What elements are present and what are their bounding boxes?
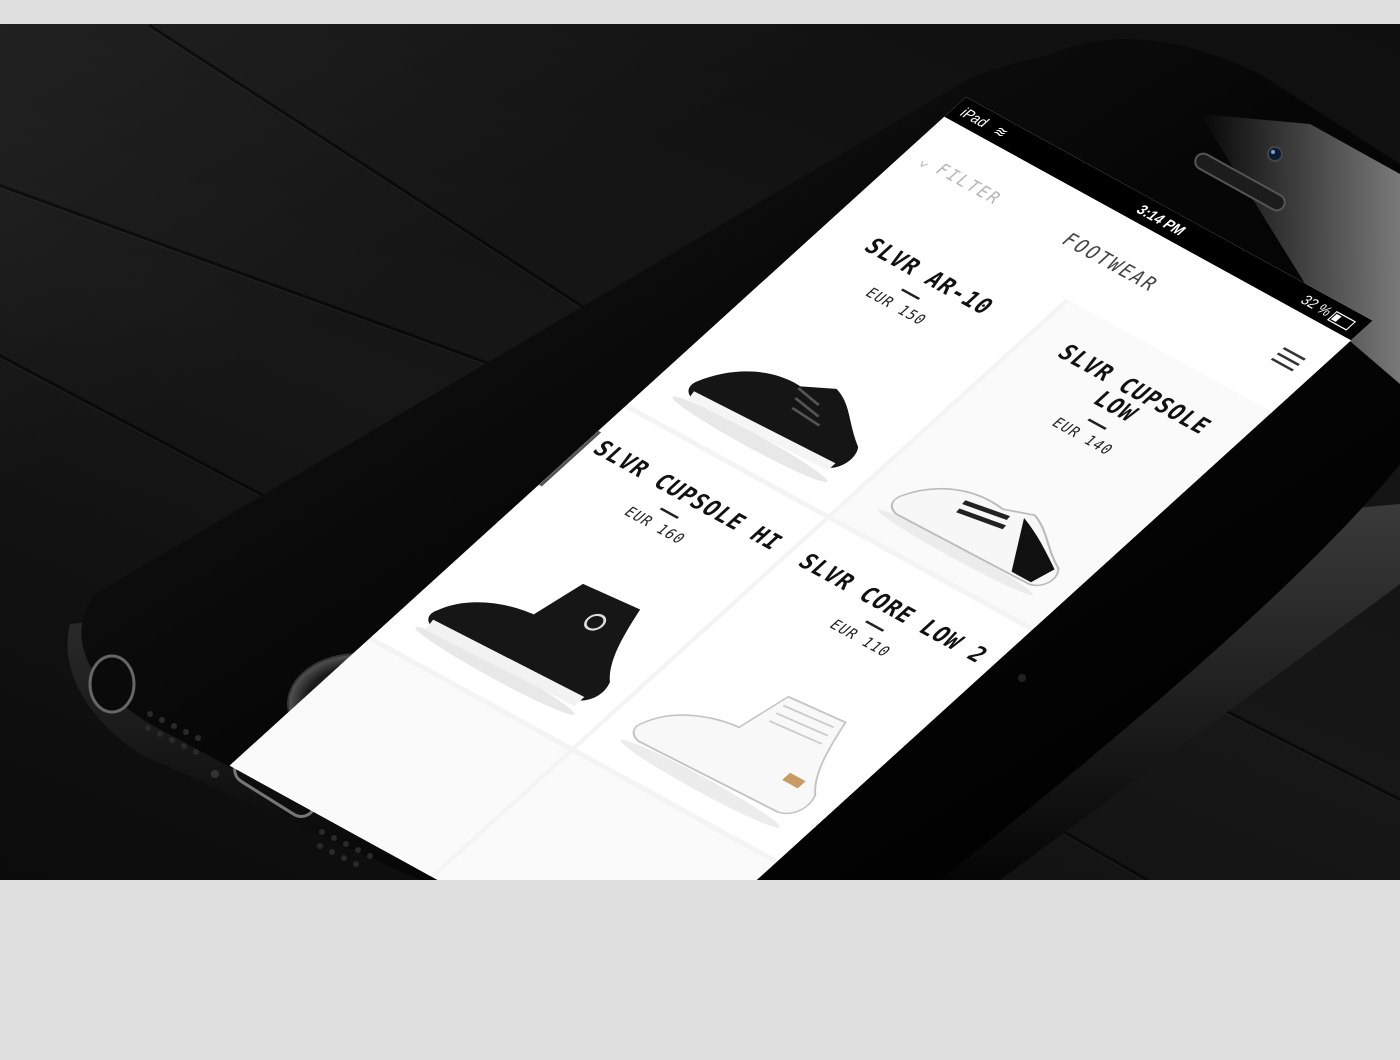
app-screen: iPad ≋ 3:14 PM 32 % ⌄FILTER FOOTWEAR SLV…: [229, 97, 1373, 880]
wifi-icon: ≋: [988, 122, 1013, 141]
battery-icon: [1327, 310, 1357, 331]
screen-area: iPad ≋ 3:14 PM 32 % ⌄FILTER FOOTWEAR SLV…: [0, 24, 1400, 880]
divider: [1086, 418, 1107, 430]
divider: [900, 288, 920, 300]
photo-scene: iPad ≋ 3:14 PM 32 % ⌄FILTER FOOTWEAR SLV…: [0, 24, 1400, 880]
divider: [659, 507, 679, 519]
divider: [864, 620, 884, 632]
